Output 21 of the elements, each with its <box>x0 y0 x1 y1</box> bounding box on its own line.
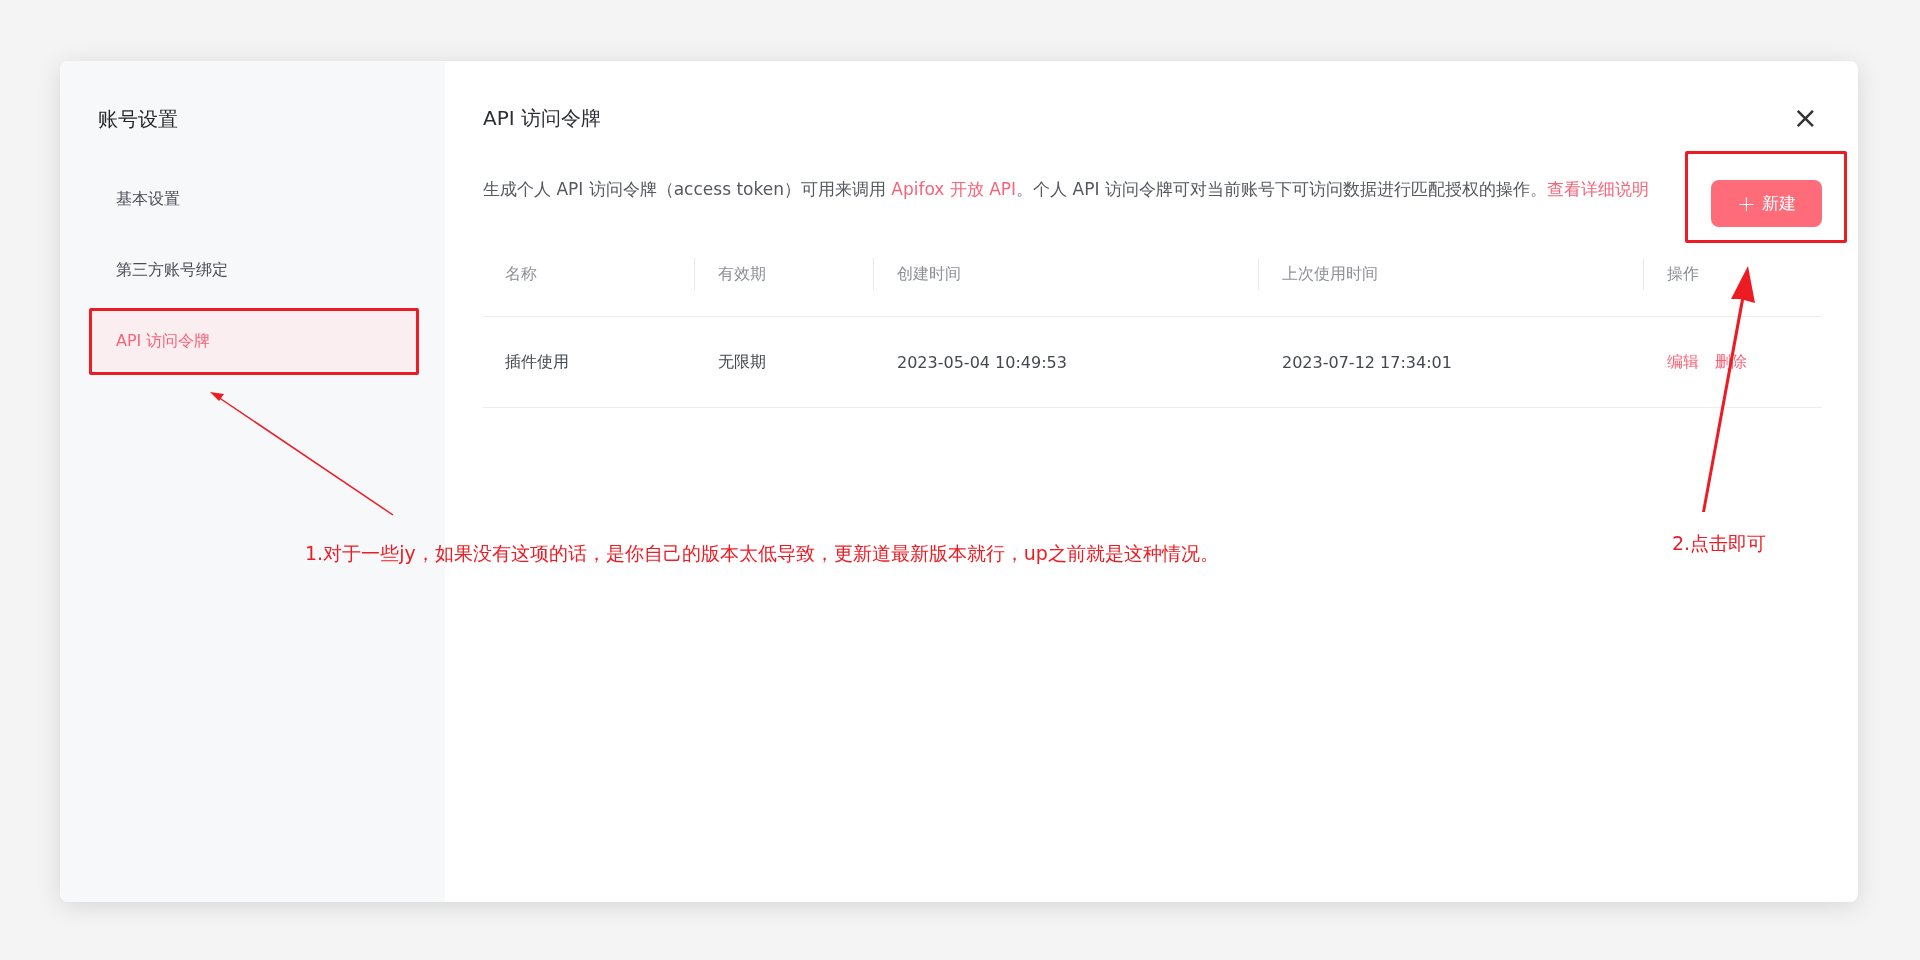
column-header: 名称 <box>483 232 694 317</box>
column-header: 创建时间 <box>873 232 1258 317</box>
annotation-text: 2.点击即可 <box>1672 531 1767 556</box>
table-cell: 插件使用 <box>483 317 694 408</box>
column-header: 有效期 <box>694 232 873 317</box>
table-cell: 2023-07-12 17:34:01 <box>1258 317 1643 408</box>
panel-title: API 访问令牌 <box>483 104 601 132</box>
column-header: 上次使用时间 <box>1258 232 1643 317</box>
annotation-text: 1.对于一些jy，如果没有这项的话，是你自己的版本太低导致，更新道最新版本就行，up之前就是这种情况。 <box>305 541 1219 566</box>
new-button[interactable]: + 新建 <box>1711 180 1822 227</box>
link[interactable]: Apifox 开放 API <box>891 179 1017 199</box>
link[interactable]: 查看详细说明 <box>1546 179 1649 199</box>
sidebar-item[interactable]: 基本设置 <box>90 169 417 229</box>
description: 生成个人 API 访问令牌（access token）可用来调用 Apifox 开放 API。个人 API 访问令牌可对当前账号下可访问数据进行匹配授权的操作。查看详细说明 <box>483 178 1650 201</box>
table-cell: 2023-05-04 10:49:53 <box>873 317 1258 408</box>
sidebar-item[interactable]: API 访问令牌 <box>90 311 417 371</box>
sidebar-title: 账号设置 <box>98 106 179 132</box>
table-cell: 无限期 <box>694 317 873 408</box>
close-button[interactable]: × <box>1788 103 1822 133</box>
action-link[interactable]: 编辑 <box>1667 351 1699 373</box>
sidebar-item[interactable]: 第三方账号绑定 <box>90 240 417 300</box>
